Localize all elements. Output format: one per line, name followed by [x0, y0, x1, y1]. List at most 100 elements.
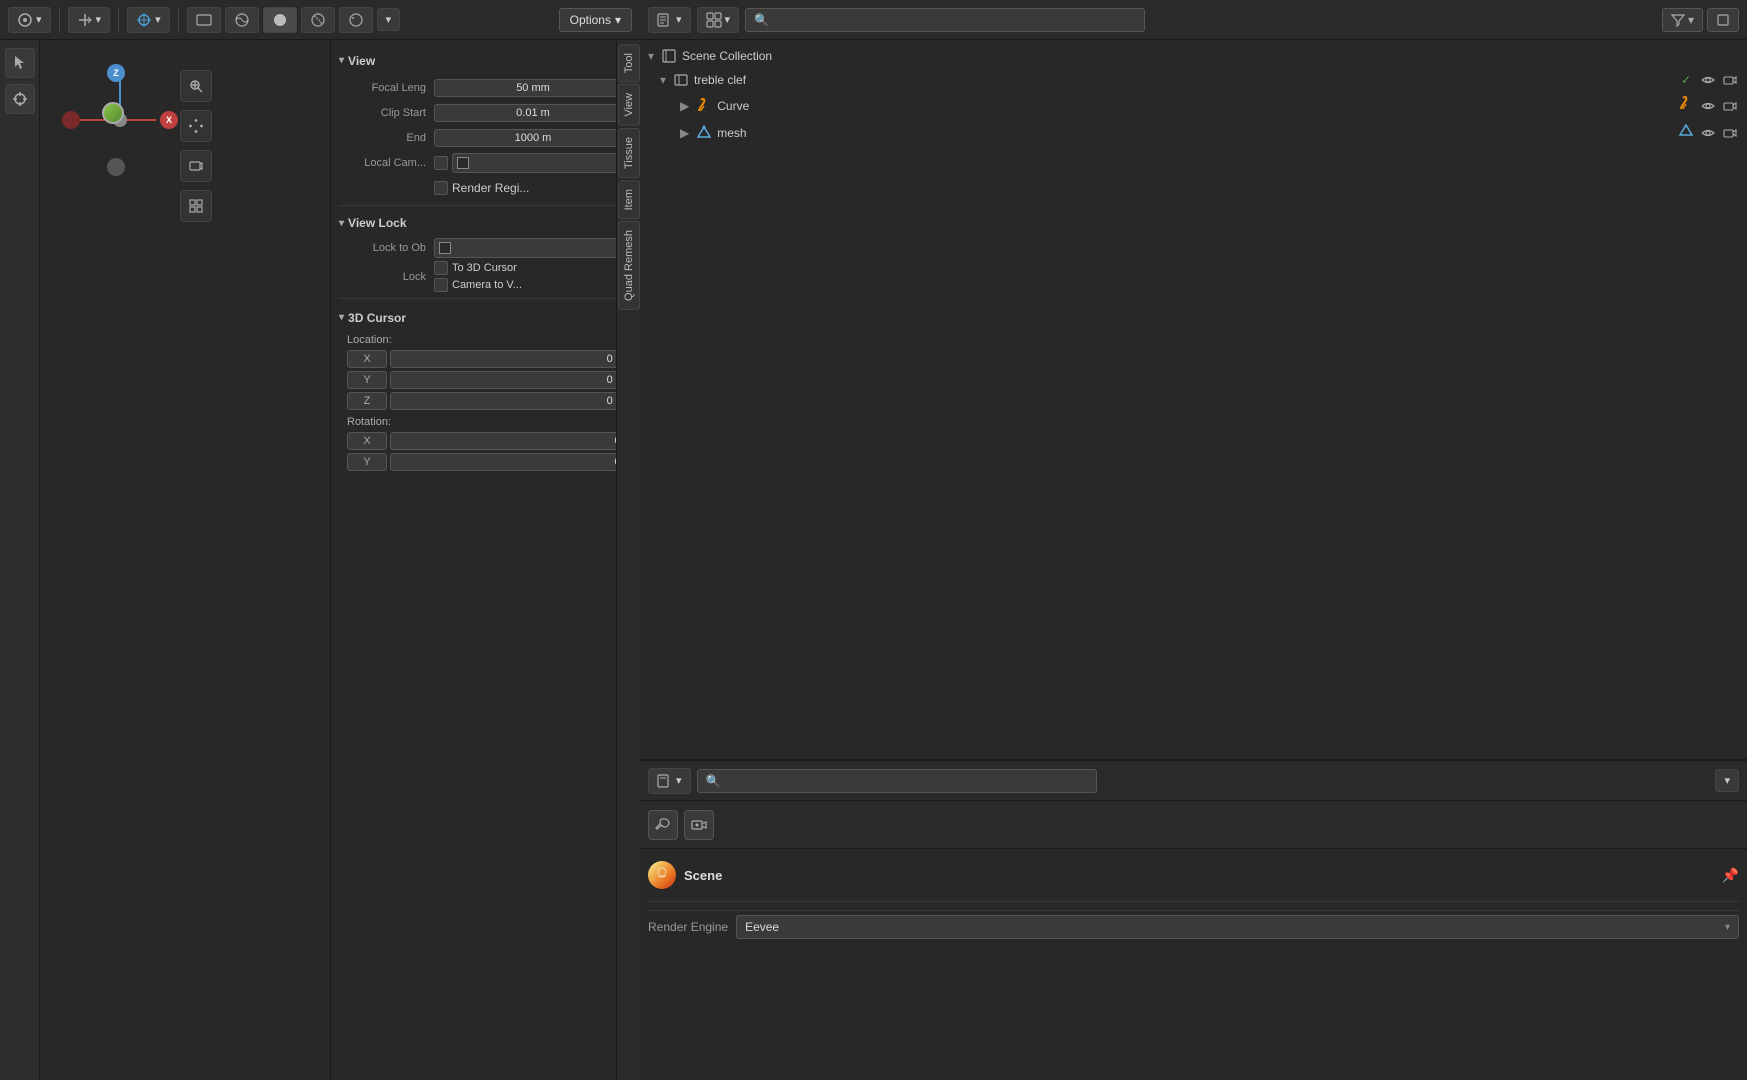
shading-extra-btn[interactable]: ▾	[377, 8, 401, 31]
props-mode-btn[interactable]: ▾	[648, 768, 691, 794]
tab-item[interactable]: Item	[618, 180, 640, 219]
mesh-eye-icon[interactable]	[1699, 124, 1717, 142]
clip-start-value[interactable]: 0.01 m	[434, 104, 632, 122]
outliner-mode-arrow: ▾	[676, 13, 682, 26]
pin-icon[interactable]: 📌	[1722, 867, 1739, 884]
lock-label: Lock	[339, 271, 434, 283]
render-regi-checkbox[interactable]	[434, 181, 448, 195]
cursor-section-header[interactable]: ▾ 3D Cursor ⋯	[339, 305, 632, 330]
mesh-camera-icon[interactable]	[1721, 124, 1739, 142]
mesh-name: mesh	[717, 126, 1665, 140]
grid-view-btn[interactable]	[180, 190, 212, 222]
select-tool-icon[interactable]	[5, 48, 35, 78]
curve-row[interactable]: ▶ Curve	[640, 92, 1747, 119]
filter-btn[interactable]: ▾	[1662, 8, 1703, 32]
lock-row: Lock To 3D Cursor Camera to V...	[339, 261, 632, 292]
viewport-mode-btn[interactable]: ▾	[8, 7, 51, 33]
cursor-ry-value[interactable]: 0°	[390, 453, 632, 471]
render-props-btn[interactable]	[648, 810, 678, 840]
cursor-x-label: X	[347, 350, 387, 368]
view-lock-collapse-arrow: ▾	[339, 218, 344, 229]
clip-end-value[interactable]: 1000 m	[434, 129, 632, 147]
shading-btn-wire[interactable]	[225, 7, 259, 33]
cursor-z-value[interactable]: 0 m	[390, 392, 632, 410]
cursor-y-row: Y 0 m	[347, 371, 632, 389]
curve-camera-icon[interactable]	[1721, 97, 1739, 115]
lock-to-ob-input[interactable]: ✏	[434, 238, 632, 258]
outliner-search[interactable]	[745, 8, 1145, 32]
output-props-btn[interactable]	[684, 810, 714, 840]
render-view-btn[interactable]	[187, 7, 221, 33]
treble-clef-check-icon[interactable]: ✓	[1677, 71, 1695, 89]
scene-collection-name: Scene Collection	[682, 49, 1739, 63]
x-axis-btn[interactable]: X	[160, 111, 178, 129]
mesh-icon	[695, 124, 713, 142]
scene-collection-row[interactable]: ▾ Scene Collection	[640, 44, 1747, 68]
curve-expand: ▶	[680, 99, 689, 113]
clip-end-label: End	[339, 132, 434, 144]
y-neg-axis-btn[interactable]	[107, 158, 125, 176]
sep2	[118, 8, 119, 32]
outliner-toolbar: ▾ ▾ ▾	[640, 0, 1747, 40]
viewport-side-tools	[180, 70, 212, 222]
zoom-in-btn[interactable]	[180, 70, 212, 102]
render-regi-row: Render Regi...	[339, 177, 632, 199]
lock-to-ob-field: ✏	[434, 238, 632, 258]
view-section-header[interactable]: ▾ View ⋯	[339, 48, 632, 73]
options-btn[interactable]: Options ▾	[559, 8, 632, 32]
tab-tissue[interactable]: Tissue	[618, 128, 640, 178]
cursor-y-value[interactable]: 0 m	[390, 371, 632, 389]
outliner-mode-btn[interactable]: ▾	[648, 7, 691, 33]
props-collapse-btn[interactable]: ▾	[1715, 769, 1739, 792]
props-search[interactable]	[697, 769, 1097, 793]
options-label: Options	[570, 13, 611, 27]
pan-btn[interactable]	[180, 110, 212, 142]
shading-btn-render[interactable]	[339, 7, 373, 33]
scene-collection-expand: ▾	[648, 49, 654, 63]
lock-options: To 3D Cursor Camera to V...	[434, 261, 632, 292]
axis-gizmo[interactable]: Z X	[60, 60, 180, 190]
render-engine-row: Render Engine Eevee ▾	[648, 910, 1739, 943]
cursor-rx-value[interactable]: 0°	[390, 432, 632, 450]
tab-tool[interactable]: Tool	[618, 44, 640, 82]
scene-name-label: Scene	[684, 868, 722, 883]
local-cam-checkbox[interactable]	[434, 156, 448, 170]
local-cam-field[interactable]: ✏	[452, 153, 632, 173]
properties-bottom-panel: ▾ ▾	[640, 760, 1747, 1080]
center-axis-btn[interactable]	[102, 102, 124, 124]
render-engine-select[interactable]: Eevee ▾	[736, 915, 1739, 939]
z-axis-btn[interactable]: Z	[107, 64, 125, 82]
cursor-x-value[interactable]: 0 m	[390, 350, 632, 368]
camera-to-v-checkbox[interactable]	[434, 278, 448, 292]
mesh-row[interactable]: ▶ mesh	[640, 119, 1747, 146]
view-lock-section-header[interactable]: ▾ View Lock	[339, 212, 632, 234]
cursor-header-left: ▾ 3D Cursor	[339, 311, 406, 325]
cursor-section-title: 3D Cursor	[348, 311, 406, 325]
treble-clef-eye-icon[interactable]	[1699, 71, 1717, 89]
view-collapse-arrow: ▾	[339, 55, 344, 66]
curve-eye-icon[interactable]	[1699, 97, 1717, 115]
add-item-btn[interactable]	[1707, 8, 1739, 32]
tab-quad-remesh[interactable]: Quad Remesh	[618, 221, 640, 310]
x-neg-axis-btn[interactable]	[62, 111, 80, 129]
lock-ob-square-icon	[439, 242, 451, 254]
treble-clef-camera-icon[interactable]	[1721, 71, 1739, 89]
local-cam-label: Local Cam...	[339, 157, 434, 169]
cursor-rx-label: X	[347, 432, 387, 450]
tab-view[interactable]: View	[618, 84, 640, 126]
outliner-right-tools: ▾	[1662, 8, 1739, 32]
cursor-ry-row: Y 0°	[347, 453, 632, 471]
shading-btn-solid[interactable]	[263, 7, 297, 33]
camera-to-v-label: Camera to V...	[452, 279, 522, 291]
transform-btn[interactable]: ▾	[68, 7, 111, 33]
shading-btn-mat[interactable]	[301, 7, 335, 33]
view-lock-title: View Lock	[348, 216, 406, 230]
to-3d-cursor-checkbox[interactable]	[434, 261, 448, 275]
treble-clef-row[interactable]: ▾ treble clef ✓	[640, 68, 1747, 92]
camera-view-btn[interactable]	[180, 150, 212, 182]
cursor-tool-icon[interactable]	[5, 84, 35, 114]
focal-length-value[interactable]: 50 mm	[434, 79, 632, 97]
options-area: Options ▾	[559, 8, 632, 32]
outliner-display-btn[interactable]: ▾	[697, 7, 740, 33]
snap-btn[interactable]: ▾	[127, 7, 170, 33]
